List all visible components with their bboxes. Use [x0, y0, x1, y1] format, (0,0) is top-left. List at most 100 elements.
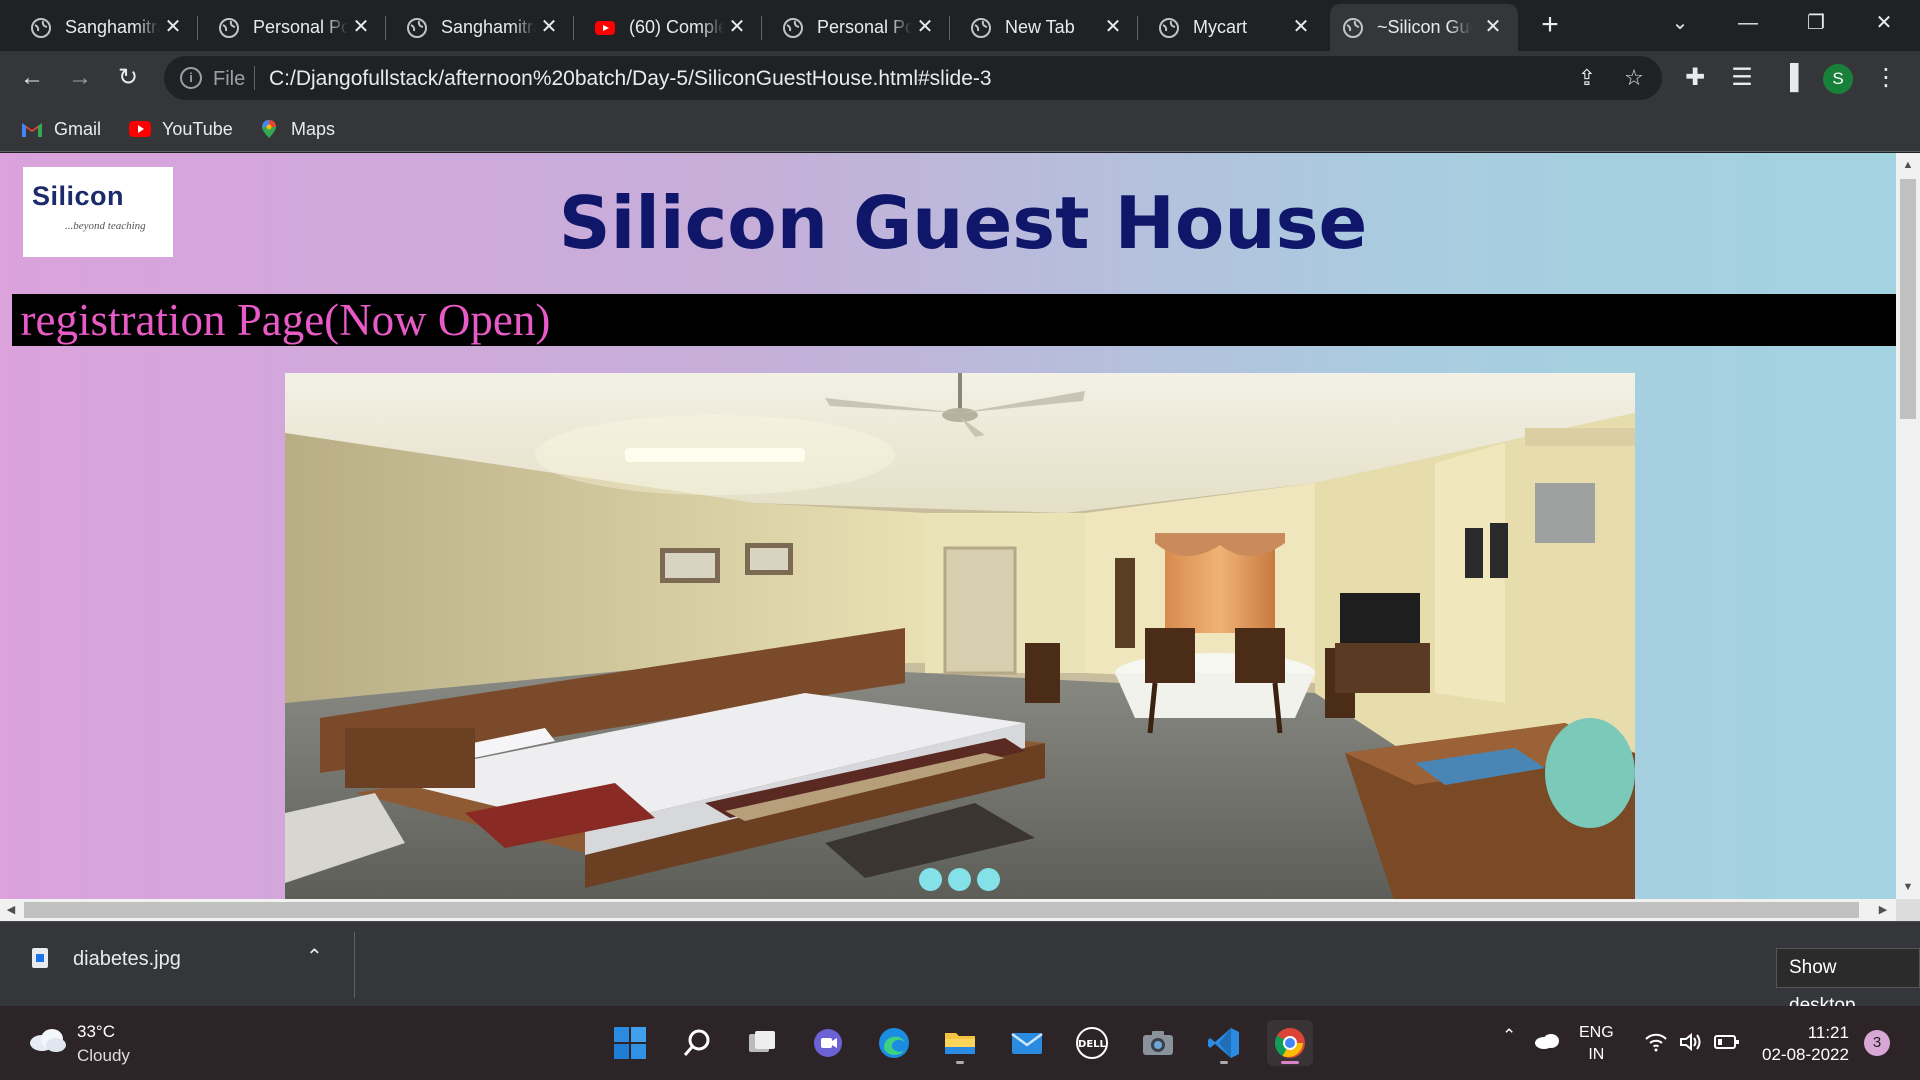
bookmark-star-icon[interactable]: ☆ — [1620, 64, 1648, 92]
weather-temp[interactable]: 33°C — [77, 1022, 115, 1042]
chrome-button[interactable] — [1267, 1020, 1313, 1066]
wifi-icon[interactable] — [1644, 1032, 1668, 1052]
notification-badge[interactable]: 3 — [1864, 1030, 1890, 1056]
close-icon[interactable]: ✕ — [538, 16, 560, 38]
reading-list-icon[interactable]: ☰ — [1724, 60, 1760, 96]
scheme-label: File — [213, 68, 246, 90]
download-item[interactable]: diabetes.jpg ⌃ — [0, 934, 355, 998]
bookmark-maps[interactable]: Maps — [257, 114, 335, 144]
edge-button[interactable] — [871, 1020, 917, 1066]
slide-dot[interactable] — [977, 868, 1000, 891]
slide-dot[interactable] — [919, 868, 942, 891]
bookmark-label: Gmail — [54, 118, 102, 139]
youtube-icon — [129, 121, 151, 137]
tab-title: Personal Portfolio — [817, 17, 912, 37]
info-icon[interactable]: i — [180, 67, 202, 89]
horizontal-scroll-thumb[interactable] — [24, 902, 1859, 918]
tab[interactable]: (60) Complete ✕ — [582, 4, 762, 51]
close-icon[interactable]: ✕ — [1290, 16, 1312, 38]
scroll-left-icon[interactable]: ◀ — [0, 899, 22, 921]
tab-title: New Tab — [1005, 17, 1075, 37]
input-language[interactable]: ENG IN — [1579, 1022, 1614, 1066]
download-file-name: diabetes.jpg — [73, 948, 181, 970]
battery-icon[interactable] — [1714, 1034, 1740, 1050]
globe-icon — [971, 17, 991, 38]
close-icon[interactable]: ✕ — [350, 16, 372, 38]
tab[interactable]: Personal Portfolio ✕ — [206, 4, 386, 51]
mail-button[interactable] — [1004, 1020, 1050, 1066]
dell-icon: DELL — [1076, 1027, 1108, 1059]
tab[interactable]: Personal Portfolio ✕ — [770, 4, 950, 51]
gmail-icon — [22, 123, 42, 137]
clock-time: 11:21 — [1807, 1023, 1849, 1042]
vertical-scroll-thumb[interactable] — [1900, 179, 1916, 419]
volume-icon[interactable] — [1679, 1032, 1703, 1052]
scrollbar-corner — [1896, 899, 1920, 921]
taskbar-search[interactable] — [674, 1020, 720, 1066]
close-icon[interactable]: ✕ — [1102, 16, 1124, 38]
restore-icon[interactable]: ❐ — [1796, 8, 1836, 38]
weather-desc[interactable]: Cloudy — [77, 1046, 130, 1066]
reload-icon[interactable]: ↻ — [110, 60, 146, 96]
back-icon[interactable]: ← — [14, 60, 50, 96]
bookmark-gmail[interactable]: Gmail — [20, 114, 101, 144]
scroll-up-icon[interactable]: ▲ — [1896, 155, 1920, 175]
onedrive-icon[interactable] — [1534, 1032, 1560, 1050]
vscode-button[interactable] — [1201, 1020, 1247, 1066]
running-indicator — [956, 1061, 964, 1064]
address-divider — [254, 66, 255, 90]
chevron-up-icon[interactable]: ⌃ — [306, 944, 323, 969]
slide-dot[interactable] — [948, 868, 971, 891]
close-icon[interactable]: ✕ — [914, 16, 936, 38]
task-view-icon — [749, 1031, 775, 1052]
url-text[interactable]: C:/Djangofullstack/afternoon%20batch/Day… — [269, 67, 992, 91]
close-icon[interactable]: ✕ — [726, 16, 748, 38]
scroll-down-icon[interactable]: ▼ — [1896, 877, 1920, 897]
youtube-icon — [595, 20, 615, 35]
tab[interactable]: New Tab ✕ — [958, 4, 1138, 51]
bookmark-youtube[interactable]: YouTube — [128, 114, 233, 144]
camera-icon — [1143, 1031, 1173, 1055]
globe-icon — [31, 17, 51, 38]
teams-chat-button[interactable] — [805, 1020, 851, 1066]
tab[interactable]: Mycart ✕ — [1146, 4, 1326, 51]
task-view-button[interactable] — [739, 1020, 785, 1066]
tab-title: Mycart — [1193, 17, 1247, 37]
tab[interactable]: Sanghamitra ✕ — [18, 4, 198, 51]
marquee-text: . registration Page(Now Open) — [12, 295, 551, 345]
address-bar[interactable]: i File C:/Djangofullstack/afternoon%20ba… — [164, 56, 1662, 100]
running-indicator — [1220, 1061, 1228, 1064]
extensions-icon[interactable]: ✚ — [1677, 60, 1713, 96]
file-explorer-button[interactable] — [937, 1020, 983, 1066]
side-panel-icon[interactable]: ▐ — [1772, 60, 1808, 96]
share-icon[interactable]: ⇪ — [1573, 64, 1601, 92]
tab-title: ~Silicon Guest House — [1377, 17, 1472, 37]
language-code: ENG — [1579, 1024, 1614, 1041]
menu-icon[interactable]: ⋮ — [1868, 60, 1904, 96]
image-file-icon — [32, 948, 48, 968]
bookmarks-bar: Gmail YouTube Maps — [0, 105, 1920, 152]
close-icon[interactable]: ✕ — [1482, 16, 1504, 38]
minimize-icon[interactable]: — — [1728, 8, 1768, 38]
tab-title: Personal Portfolio — [253, 17, 348, 37]
dell-button[interactable]: DELL — [1069, 1020, 1115, 1066]
new-tab-button[interactable]: + — [1534, 10, 1566, 42]
tab-active[interactable]: ~Silicon Guest House ✕ — [1330, 4, 1518, 51]
forward-icon[interactable]: → — [62, 60, 98, 96]
globe-icon — [1343, 17, 1363, 38]
chevron-up-icon[interactable]: ⌃ — [1502, 1026, 1516, 1046]
edge-icon — [879, 1028, 909, 1058]
profile-avatar[interactable]: S — [1823, 64, 1853, 94]
scroll-right-icon[interactable]: ▶ — [1872, 899, 1894, 921]
camera-button[interactable] — [1135, 1020, 1181, 1066]
taskbar: 33°C Cloudy DELL ⌃ ENG IN 11:21 02-08-20… — [0, 1006, 1920, 1080]
horizontal-scrollbar[interactable]: ◀ ▶ — [0, 899, 1896, 921]
system-clock[interactable]: 11:21 02-08-2022 — [1762, 1022, 1849, 1066]
vertical-scrollbar[interactable]: ▲ ▼ — [1896, 153, 1920, 899]
close-icon[interactable]: ✕ — [162, 16, 184, 38]
start-button[interactable] — [607, 1020, 653, 1066]
chat-icon — [814, 1029, 842, 1057]
tab[interactable]: Sanghamitra ✕ — [394, 4, 574, 51]
window-close-icon[interactable]: ✕ — [1864, 8, 1904, 38]
tab-search-icon[interactable]: ⌄ — [1660, 8, 1700, 38]
